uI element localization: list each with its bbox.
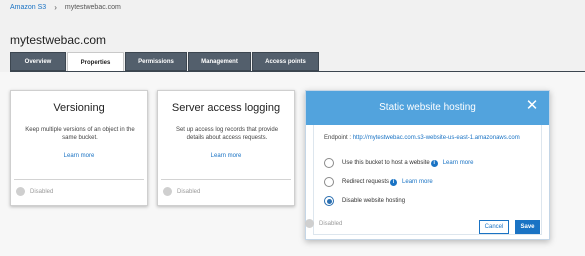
card-description: Set up access log records that provide d… [175, 127, 279, 141]
learn-more-link[interactable]: Learn more [402, 179, 433, 185]
save-button[interactable]: Save [515, 220, 540, 234]
info-icon[interactable]: i [430, 159, 438, 167]
page-title: mytestwebac.com [10, 33, 107, 47]
tab-bar: Overview Properties Permissions Manageme… [10, 52, 320, 72]
logging-card[interactable]: Server access logging Set up access log … [157, 90, 295, 206]
breadcrumb-current: mytestwebac.com [64, 4, 121, 11]
divider [14, 179, 144, 180]
tab-permissions[interactable]: Permissions [125, 52, 187, 71]
status-label: Disabled [30, 188, 54, 195]
card-title: Versioning [53, 102, 105, 114]
close-icon[interactable]: ✕ [524, 98, 540, 114]
status-label: Disabled [177, 188, 201, 195]
tab-management[interactable]: Management [188, 52, 251, 71]
status-indicator: Disabled [16, 187, 53, 196]
chevron-right-icon: › [54, 3, 57, 12]
radio-redirect-requests[interactable] [324, 177, 334, 187]
divider [161, 179, 291, 180]
learn-more-link[interactable]: Learn more [443, 160, 474, 166]
versioning-card[interactable]: Versioning Keep multiple versions of an … [10, 90, 148, 206]
option-disable-hosting[interactable]: Disable website hosting [324, 196, 405, 206]
radio-host-website[interactable] [324, 158, 334, 168]
learn-more-link[interactable]: Learn more [158, 153, 294, 159]
learn-more-link[interactable]: Learn more [11, 153, 147, 159]
breadcrumb: Amazon S3 › mytestwebac.com [10, 3, 121, 12]
breadcrumb-root-link[interactable]: Amazon S3 [10, 4, 46, 11]
option-label: Use this bucket to host a website [342, 160, 430, 166]
option-host-website[interactable]: Use this bucket to host a website i Lear… [324, 158, 473, 168]
info-icon[interactable]: i [390, 178, 398, 186]
tab-properties[interactable]: Properties [67, 52, 124, 72]
hosting-status-indicator: Disabled [305, 219, 342, 228]
dialog-body: Endpoint : http://mytestwebac.com.s3-web… [313, 125, 542, 235]
tab-overview[interactable]: Overview [10, 52, 66, 71]
cancel-button[interactable]: Cancel [479, 220, 509, 234]
option-label: Disable website hosting [342, 198, 406, 204]
endpoint-text: Endpoint : http://mytestwebac.com.s3-web… [324, 134, 529, 142]
status-dot-icon [16, 187, 25, 196]
status-dot-icon [163, 187, 172, 196]
option-redirect-requests[interactable]: Redirect requests i Learn more [324, 177, 433, 187]
endpoint-url-link[interactable]: http://mytestwebac.com.s3-website-us-eas… [353, 135, 520, 141]
card-description: Keep multiple versions of an object in t… [25, 127, 135, 141]
status-label: Disabled [319, 220, 343, 227]
status-dot-icon [305, 219, 314, 228]
option-label: Redirect requests [342, 179, 390, 185]
static-website-hosting-dialog: Static website hosting ✕ Endpoint : http… [305, 90, 550, 240]
card-title: Server access logging [171, 102, 281, 114]
endpoint-label: Endpoint : [324, 135, 353, 141]
dialog-title: Static website hosting [379, 102, 476, 113]
dialog-header: Static website hosting ✕ [306, 91, 549, 125]
radio-disable-hosting[interactable] [324, 196, 334, 206]
status-indicator: Disabled [163, 187, 200, 196]
tab-access-points[interactable]: Access points [252, 52, 319, 71]
